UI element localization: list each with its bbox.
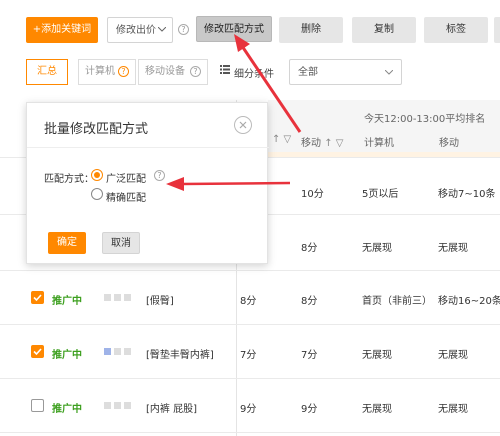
arrow-to-modify-match	[240, 45, 302, 133]
arrowhead	[234, 34, 250, 52]
arrowhead	[166, 177, 184, 191]
arrow-to-match-option	[181, 181, 291, 186]
annotation-arrows	[166, 34, 302, 191]
